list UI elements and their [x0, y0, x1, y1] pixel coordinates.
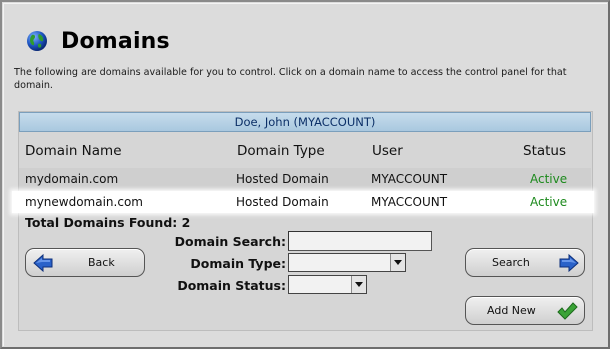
- domain-type-label: Domain Type:: [190, 256, 286, 271]
- add-new-button-label: Add New: [487, 304, 536, 317]
- add-new-button[interactable]: Add New: [465, 296, 585, 325]
- domain-type-cell: Hosted Domain: [236, 172, 329, 186]
- chevron-down-icon[interactable]: [390, 254, 405, 271]
- globe-icon: [27, 31, 47, 51]
- user-cell: MYACCOUNT: [371, 195, 448, 209]
- domain-name-link[interactable]: mynewdomain.com: [25, 195, 143, 209]
- back-button[interactable]: Back: [25, 248, 145, 277]
- page-title: Domains: [61, 29, 170, 54]
- checkmark-icon: [557, 302, 578, 320]
- column-header-domain-name[interactable]: Domain Name: [25, 143, 122, 159]
- column-header-user[interactable]: User: [372, 143, 403, 159]
- domain-status-select[interactable]: [288, 275, 367, 294]
- arrow-left-icon: [33, 253, 53, 273]
- domain-status-label: Domain Status:: [177, 278, 286, 293]
- domain-name-link[interactable]: mydomain.com: [25, 172, 118, 186]
- domain-type-select[interactable]: [288, 253, 406, 272]
- status-cell: Active: [530, 172, 568, 186]
- account-header: Doe, John (MYACCOUNT): [19, 112, 591, 132]
- column-header-domain-type[interactable]: Domain Type: [237, 143, 325, 159]
- search-button-label: Search: [492, 256, 530, 269]
- arrow-right-icon: [559, 253, 579, 273]
- table-row[interactable]: mynewdomain.com Hosted Domain MYACCOUNT …: [12, 191, 594, 213]
- total-domains-count: Total Domains Found: 2: [25, 215, 191, 230]
- domain-type-cell: Hosted Domain: [236, 195, 329, 209]
- domain-search-label: Domain Search:: [174, 234, 286, 249]
- intro-text: The following are domains available for …: [14, 67, 567, 91]
- column-header-status[interactable]: Status: [523, 143, 566, 159]
- search-button[interactable]: Search: [465, 248, 585, 277]
- chevron-down-icon[interactable]: [351, 276, 366, 293]
- back-button-label: Back: [88, 256, 115, 269]
- status-cell: Active: [530, 195, 568, 209]
- table-row[interactable]: mydomain.com Hosted Domain MYACCOUNT Act…: [19, 168, 591, 190]
- domain-search-input[interactable]: [288, 231, 432, 251]
- user-cell: MYACCOUNT: [371, 172, 448, 186]
